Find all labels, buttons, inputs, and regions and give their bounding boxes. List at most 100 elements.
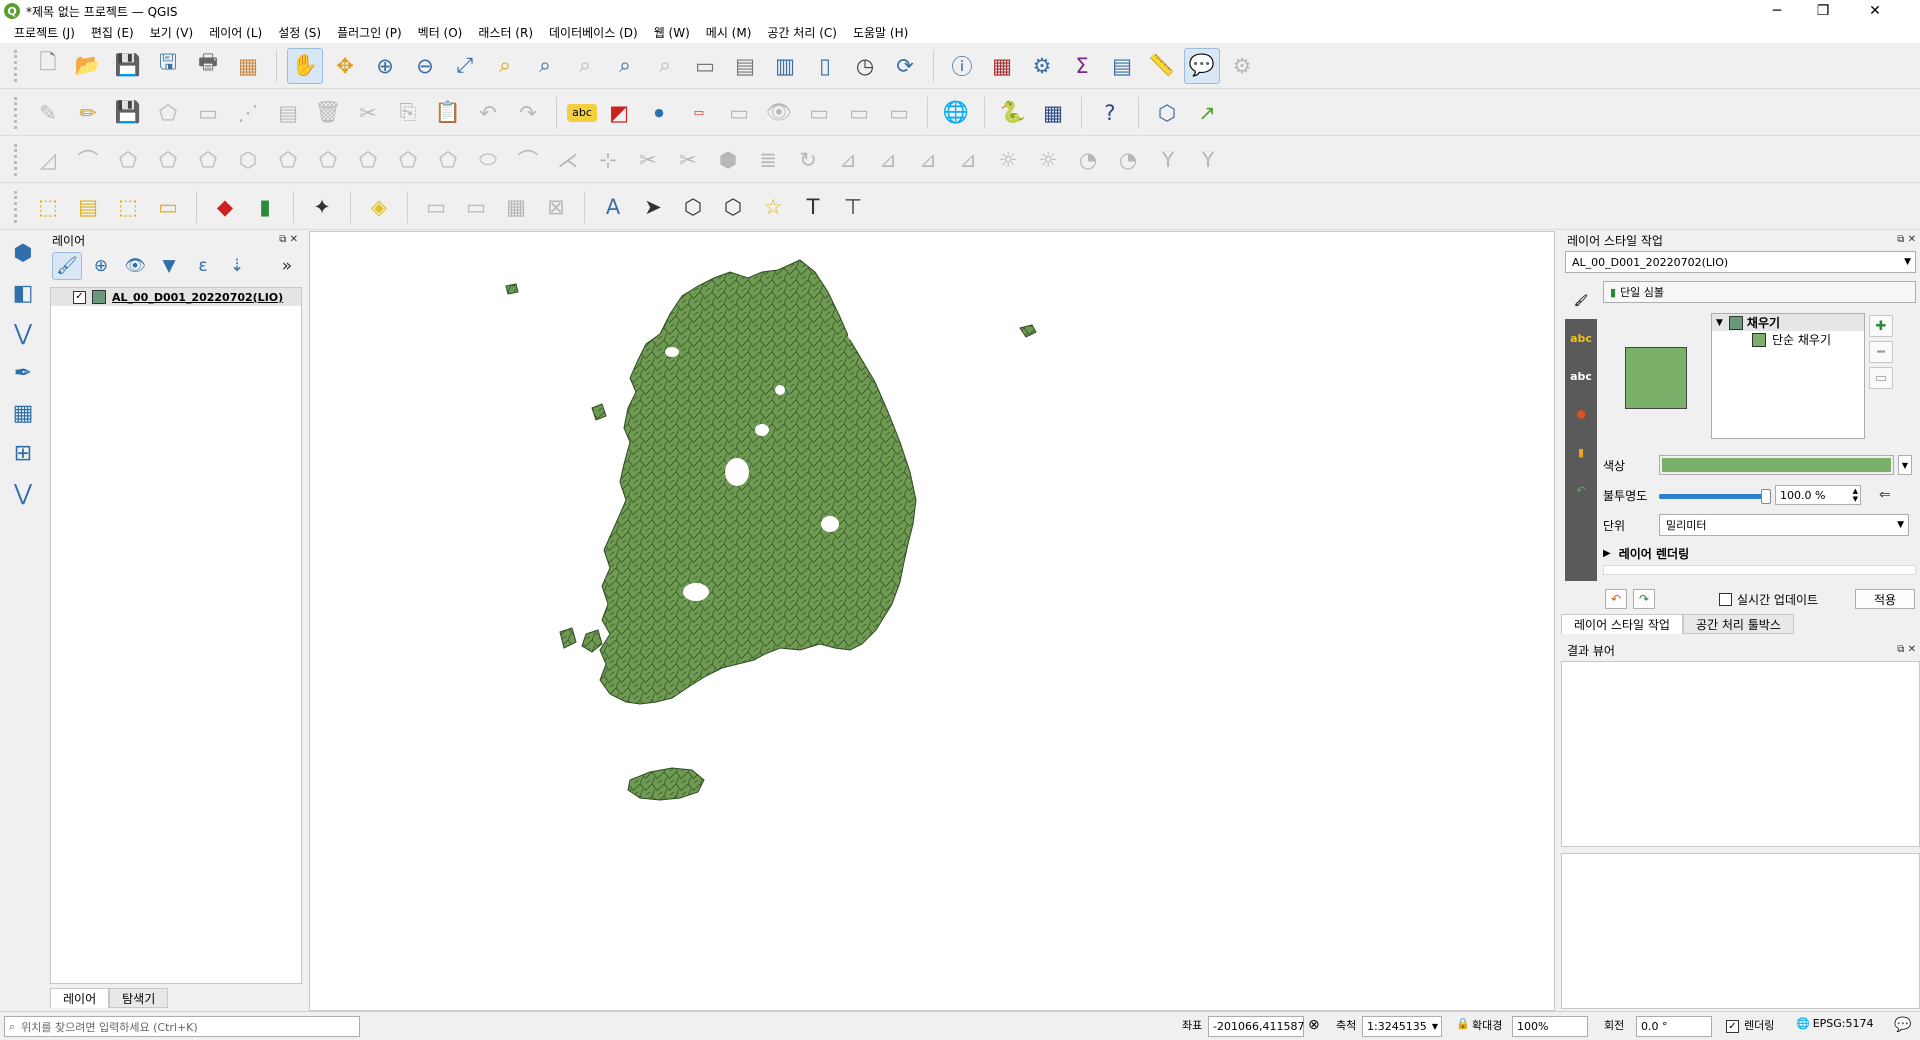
minimize-button[interactable]: ─ — [1754, 0, 1800, 22]
simplify-feature-icon[interactable]: ⬡ — [230, 142, 266, 178]
text-annotation-icon[interactable]: ▭ — [458, 189, 494, 225]
undo-icon[interactable]: ↶ — [470, 95, 506, 131]
magnifier-spinbox[interactable]: 100% — [1512, 1016, 1588, 1037]
delete-part-icon[interactable]: ⬠ — [430, 142, 466, 178]
grid-icon[interactable]: ▦ — [498, 189, 534, 225]
select-by-value-icon[interactable]: ▤ — [70, 189, 106, 225]
unit-combo[interactable]: 밀리미터 ▼ — [1659, 514, 1909, 536]
data-defined-override-icon[interactable]: ⇐ — [1879, 487, 1891, 503]
diagram-tool-icon[interactable]: ◩ — [601, 95, 637, 131]
rotate-symbols-icon[interactable]: ↻ — [790, 142, 826, 178]
add-wms-icon[interactable]: ⊞ — [5, 435, 41, 471]
duplicate-symbol-layer-icon[interactable]: ▭ — [1869, 367, 1893, 389]
open-project-icon[interactable]: 📂 — [70, 48, 106, 84]
print-layout-icon[interactable]: 🖶 — [190, 48, 226, 84]
results-detail[interactable] — [1561, 853, 1920, 1009]
menu-mesh[interactable]: 메시 (M) — [698, 24, 760, 41]
rotate-label-icon[interactable]: 👁 — [761, 95, 797, 131]
vertex-tool-icon[interactable]: ⋰ — [230, 95, 266, 131]
identify-icon[interactable]: ⓘ — [944, 48, 980, 84]
renderer-combo[interactable]: ▮ 단일 심볼 — [1603, 281, 1916, 303]
new-bookmark-icon[interactable]: ▭ — [687, 48, 723, 84]
horizontal-scrollbar[interactable] — [1603, 565, 1916, 575]
line-annotation-icon[interactable]: ⬡ — [715, 189, 751, 225]
color-dropdown-icon[interactable]: ▼ — [1898, 455, 1912, 475]
trim-extend-icon[interactable]: ⊹ — [590, 142, 626, 178]
y-tool-icon[interactable]: Y — [1150, 142, 1186, 178]
layer-visibility-checkbox[interactable]: ✓ — [73, 290, 86, 304]
add-mesh-icon[interactable]: ▦ — [5, 395, 41, 431]
tab-processing-toolbox[interactable]: 공간 처리 툴박스 — [1682, 614, 1794, 634]
zoom-last-icon[interactable]: ⌕ — [607, 48, 643, 84]
menu-raster[interactable]: 래스터 (R) — [470, 24, 541, 41]
zoom-native-icon[interactable]: ⌕ — [567, 48, 603, 84]
add-group-icon[interactable]: ⊕ — [86, 252, 116, 280]
plugin-checker-icon[interactable]: ▦ — [1035, 95, 1071, 131]
live-update-checkbox[interactable] — [1719, 593, 1732, 606]
maximize-button[interactable]: ❐ — [1800, 0, 1846, 22]
delete-ring-icon[interactable]: ⬠ — [390, 142, 426, 178]
visibility-icon[interactable]: 👁 — [120, 252, 150, 280]
zoom-out-icon[interactable]: ⊖ — [407, 48, 443, 84]
apply-button[interactable]: 적용 — [1855, 589, 1915, 609]
symbol-tree-root[interactable]: ▼ 채우기 — [1712, 314, 1864, 331]
form-annotation-icon[interactable]: ⊠ — [538, 189, 574, 225]
arrow-plugin-icon[interactable]: ↗ — [1189, 95, 1225, 131]
sort-icon[interactable]: ⇣ — [222, 252, 252, 280]
light-icon[interactable]: ☼ — [1030, 142, 1066, 178]
masks-tab-icon[interactable]: abc — [1565, 357, 1597, 395]
paste-icon[interactable]: 📋 — [430, 95, 466, 131]
spin-arrows-icon[interactable]: ▲ ▼ — [1853, 487, 1858, 503]
show-map-tips-bookmark-icon[interactable]: ▤ — [727, 48, 763, 84]
remove-symbol-layer-icon[interactable]: ━ — [1869, 341, 1893, 363]
polygon-annotation-icon[interactable]: ⬡ — [675, 189, 711, 225]
menu-help[interactable]: 도움말 (H) — [845, 24, 916, 41]
panel-close-icon[interactable]: ⧉ ✕ — [1897, 234, 1916, 245]
layer-rendering-section[interactable]: ▶ 레이어 렌더링 — [1603, 545, 1689, 562]
help-icon[interactable]: ? — [1092, 95, 1128, 131]
add-ring-icon[interactable]: ⬠ — [270, 142, 306, 178]
change-label-icon[interactable]: ▭ — [801, 95, 837, 131]
add-circular-string-icon[interactable]: ⌒ — [70, 142, 106, 178]
y-tool-2-icon[interactable]: Y — [1190, 142, 1226, 178]
close-button[interactable]: ✕ — [1852, 0, 1898, 22]
more-icon[interactable]: » — [272, 252, 302, 280]
open-field-calculator-icon[interactable]: ▤ — [1104, 48, 1140, 84]
edits-icon[interactable]: ✎ — [30, 95, 66, 131]
label-tool-icon[interactable]: abc — [567, 103, 597, 122]
layer-combo[interactable]: AL_00_D001_20220702(LIO) ▼ — [1565, 251, 1916, 273]
layer-name[interactable]: AL_00_D001_20220702(LIO) — [112, 291, 283, 304]
label-undo-icon[interactable]: ▭ — [881, 95, 917, 131]
coordinate-field[interactable]: -201066,411587 — [1208, 1016, 1304, 1037]
map-tips-icon[interactable]: 💬 — [1184, 47, 1220, 84]
snapping-icon[interactable]: ⊿ — [950, 142, 986, 178]
new-map-view-icon[interactable]: ▥ — [767, 48, 803, 84]
save-as-icon[interactable]: 🖫 — [150, 48, 186, 84]
copy-icon[interactable]: ⎘ — [390, 95, 426, 131]
digitize-icon[interactable]: ⋁ — [5, 315, 41, 351]
statistics-icon[interactable]: Σ — [1064, 48, 1100, 84]
zoom-to-layer-icon[interactable]: ⌕ — [527, 48, 563, 84]
advanced-digitize-icon[interactable]: ◿ — [30, 142, 66, 178]
scale-feature-icon[interactable]: ⬠ — [190, 142, 226, 178]
text-style-icon[interactable]: A — [595, 189, 631, 225]
panel-close-icon[interactable]: ⧉ ✕ — [279, 234, 298, 245]
modify-attributes-icon[interactable]: ▤ — [270, 95, 306, 131]
symbol-tree-child[interactable]: 단순 채우기 — [1712, 331, 1864, 348]
offset-curve-icon[interactable]: ⌒ — [510, 142, 546, 178]
pan-to-selection-icon[interactable]: ✥ — [327, 48, 363, 84]
history-tab-icon[interactable]: ↶ — [1565, 471, 1597, 509]
map-canvas[interactable] — [309, 231, 1555, 1011]
star-icon[interactable]: ☆ — [755, 189, 791, 225]
processing-toolbox-icon[interactable]: ⚙ — [1024, 48, 1060, 84]
annotation-icon[interactable]: ▭ — [418, 189, 454, 225]
pointer-icon[interactable]: ➤ — [635, 189, 671, 225]
scale-combo[interactable]: 1:3245135 ▼ — [1362, 1016, 1442, 1037]
menu-settings[interactable]: 설정 (S) — [270, 24, 329, 41]
expression-icon[interactable]: ε — [188, 252, 218, 280]
zoom-in-icon[interactable]: ⊕ — [367, 48, 403, 84]
merge-features-icon[interactable]: ⬢ — [710, 142, 746, 178]
delete-selected-icon[interactable]: 🗑 — [310, 95, 346, 131]
measure-icon[interactable]: 📏 — [1144, 48, 1180, 84]
vertex-editor-icon[interactable]: ⊿ — [910, 142, 946, 178]
